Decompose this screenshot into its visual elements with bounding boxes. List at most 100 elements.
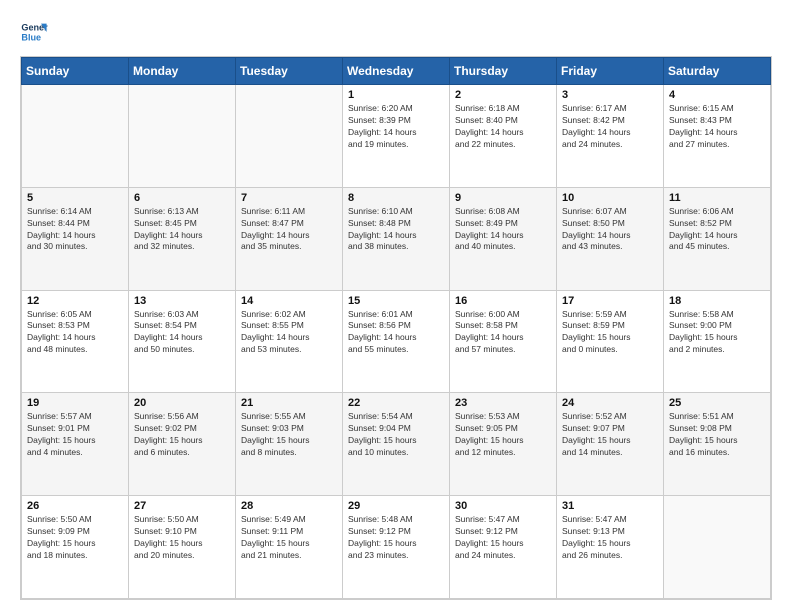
- day-number: 6: [134, 192, 230, 204]
- day-number: 12: [27, 295, 123, 307]
- day-number: 1: [348, 89, 444, 101]
- day-number: 19: [27, 397, 123, 409]
- day-number: 31: [562, 500, 658, 512]
- table-row: 24 Sunrise: 5:52 AMSunset: 9:07 PMDayligh…: [557, 393, 664, 496]
- day-info: Sunrise: 6:02 AMSunset: 8:55 PMDaylight:…: [241, 309, 337, 357]
- day-info: Sunrise: 6:05 AMSunset: 8:53 PMDaylight:…: [27, 309, 123, 357]
- table-row: 27 Sunrise: 5:50 AMSunset: 9:10 PMDayligh…: [129, 496, 236, 599]
- day-info: Sunrise: 5:47 AMSunset: 9:13 PMDaylight:…: [562, 514, 658, 562]
- day-info: Sunrise: 5:52 AMSunset: 9:07 PMDaylight:…: [562, 411, 658, 459]
- table-row: 6 Sunrise: 6:13 AMSunset: 8:45 PMDaylight…: [129, 187, 236, 290]
- table-row: 30Sunrise: 5:47 AMSunset: 9:12 PMDayligh…: [450, 496, 557, 599]
- table-row: 12 Sunrise: 6:05 AMSunset: 8:53 PMDayligh…: [22, 290, 129, 393]
- day-number: 23: [455, 397, 551, 409]
- day-number: 16: [455, 295, 551, 307]
- table-row: 5 Sunrise: 6:14 AMSunset: 8:44 PMDaylight…: [22, 187, 129, 290]
- day-info: Sunrise: 6:13 AMSunset: 8:45 PMDaylight:…: [134, 206, 230, 254]
- table-row: 29 Sunrise: 5:48 AMSunset: 9:12 PMDayligh…: [343, 496, 450, 599]
- table-row: [236, 85, 343, 188]
- table-row: [129, 85, 236, 188]
- table-row: [664, 496, 771, 599]
- day-info: Sunrise: 6:00 AMSunset: 8:58 PMDaylight:…: [455, 309, 551, 357]
- day-info: Sunrise: 5:50 AMSunset: 9:10 PMDaylight:…: [134, 514, 230, 562]
- day-info: Sunrise: 5:56 AMSunset: 9:02 PMDaylight:…: [134, 411, 230, 459]
- day-number: 10: [562, 192, 658, 204]
- table-row: 13 Sunrise: 6:03 AMSunset: 8:54 PMDayligh…: [129, 290, 236, 393]
- table-row: [22, 85, 129, 188]
- day-info: Sunrise: 6:07 AMSunset: 8:50 PMDaylight:…: [562, 206, 658, 254]
- table-row: 2 Sunrise: 6:18 AMSunset: 8:40 PMDaylight…: [450, 85, 557, 188]
- table-row: 31 Sunrise: 5:47 AMSunset: 9:13 PMDayligh…: [557, 496, 664, 599]
- weekday-header-friday: Friday: [557, 58, 664, 85]
- day-number: 5: [27, 192, 123, 204]
- day-number: 27: [134, 500, 230, 512]
- day-number: 13: [134, 295, 230, 307]
- day-number: 20: [134, 397, 230, 409]
- weekday-header-monday: Monday: [129, 58, 236, 85]
- day-number: 22: [348, 397, 444, 409]
- day-number: 29: [348, 500, 444, 512]
- table-row: 16 Sunrise: 6:00 AMSunset: 8:58 PMDayligh…: [450, 290, 557, 393]
- day-number: 4: [669, 89, 765, 101]
- day-info: Sunrise: 5:57 AMSunset: 9:01 PMDaylight:…: [27, 411, 123, 459]
- table-row: 3 Sunrise: 6:17 AMSunset: 8:42 PMDaylight…: [557, 85, 664, 188]
- table-row: 28 Sunrise: 5:49 AMSunset: 9:11 PMDayligh…: [236, 496, 343, 599]
- table-row: 7 Sunrise: 6:11 AMSunset: 8:47 PMDaylight…: [236, 187, 343, 290]
- table-row: 19 Sunrise: 5:57 AMSunset: 9:01 PMDayligh…: [22, 393, 129, 496]
- day-info: Sunrise: 5:58 AMSunset: 9:00 PMDaylight:…: [669, 309, 765, 357]
- day-info: Sunrise: 5:49 AMSunset: 9:11 PMDaylight:…: [241, 514, 337, 562]
- day-info: Sunrise: 5:51 AMSunset: 9:08 PMDaylight:…: [669, 411, 765, 459]
- day-number: 11: [669, 192, 765, 204]
- day-info: Sunrise: 5:54 AMSunset: 9:04 PMDaylight:…: [348, 411, 444, 459]
- day-info: Sunrise: 5:50 AMSunset: 9:09 PMDaylight:…: [27, 514, 123, 562]
- day-number: 17: [562, 295, 658, 307]
- day-info: Sunrise: 5:53 AMSunset: 9:05 PMDaylight:…: [455, 411, 551, 459]
- day-number: 24: [562, 397, 658, 409]
- day-info: Sunrise: 6:17 AMSunset: 8:42 PMDaylight:…: [562, 103, 658, 151]
- day-number: 15: [348, 295, 444, 307]
- table-row: 8 Sunrise: 6:10 AMSunset: 8:48 PMDaylight…: [343, 187, 450, 290]
- table-row: 26Sunrise: 5:50 AMSunset: 9:09 PMDayligh…: [22, 496, 129, 599]
- page: General Blue SundayMondayTuesdayWednesda…: [0, 0, 792, 612]
- day-info: Sunrise: 6:11 AMSunset: 8:47 PMDaylight:…: [241, 206, 337, 254]
- table-row: 1 Sunrise: 6:20 AMSunset: 8:39 PMDaylight…: [343, 85, 450, 188]
- day-number: 28: [241, 500, 337, 512]
- table-row: 14 Sunrise: 6:02 AMSunset: 8:55 PMDayligh…: [236, 290, 343, 393]
- table-row: 21 Sunrise: 5:55 AMSunset: 9:03 PMDayligh…: [236, 393, 343, 496]
- calendar: SundayMondayTuesdayWednesdayThursdayFrid…: [20, 56, 772, 600]
- table-row: 10 Sunrise: 6:07 AMSunset: 8:50 PMDayligh…: [557, 187, 664, 290]
- day-info: Sunrise: 6:03 AMSunset: 8:54 PMDaylight:…: [134, 309, 230, 357]
- weekday-header-saturday: Saturday: [664, 58, 771, 85]
- day-info: Sunrise: 5:55 AMSunset: 9:03 PMDaylight:…: [241, 411, 337, 459]
- day-info: Sunrise: 6:18 AMSunset: 8:40 PMDaylight:…: [455, 103, 551, 151]
- table-row: 23 Sunrise: 5:53 AMSunset: 9:05 PMDayligh…: [450, 393, 557, 496]
- table-row: 20 Sunrise: 5:56 AMSunset: 9:02 PMDayligh…: [129, 393, 236, 496]
- day-number: 2: [455, 89, 551, 101]
- day-info: Sunrise: 6:15 AMSunset: 8:43 PMDaylight:…: [669, 103, 765, 151]
- day-number: 9: [455, 192, 551, 204]
- day-info: Sunrise: 6:20 AMSunset: 8:39 PMDaylight:…: [348, 103, 444, 151]
- day-number: 14: [241, 295, 337, 307]
- day-info: Sunrise: 6:06 AMSunset: 8:52 PMDaylight:…: [669, 206, 765, 254]
- svg-text:Blue: Blue: [21, 32, 41, 42]
- table-row: 25 Sunrise: 5:51 AMSunset: 9:08 PMDayligh…: [664, 393, 771, 496]
- day-number: 25: [669, 397, 765, 409]
- day-number: 8: [348, 192, 444, 204]
- table-row: 17 Sunrise: 5:59 AMSunset: 8:59 PMDayligh…: [557, 290, 664, 393]
- day-number: 7: [241, 192, 337, 204]
- logo: General Blue: [20, 18, 48, 46]
- day-info: Sunrise: 6:01 AMSunset: 8:56 PMDaylight:…: [348, 309, 444, 357]
- weekday-header-thursday: Thursday: [450, 58, 557, 85]
- day-number: 18: [669, 295, 765, 307]
- day-info: Sunrise: 6:10 AMSunset: 8:48 PMDaylight:…: [348, 206, 444, 254]
- table-row: 22 Sunrise: 5:54 AMSunset: 9:04 PMDayligh…: [343, 393, 450, 496]
- day-info: Sunrise: 5:59 AMSunset: 8:59 PMDaylight:…: [562, 309, 658, 357]
- table-row: 11 Sunrise: 6:06 AMSunset: 8:52 PMDayligh…: [664, 187, 771, 290]
- day-number: 30: [455, 500, 551, 512]
- day-info: Sunrise: 6:14 AMSunset: 8:44 PMDaylight:…: [27, 206, 123, 254]
- day-number: 21: [241, 397, 337, 409]
- day-number: 3: [562, 89, 658, 101]
- table-row: 15 Sunrise: 6:01 AMSunset: 8:56 PMDayligh…: [343, 290, 450, 393]
- weekday-header-wednesday: Wednesday: [343, 58, 450, 85]
- day-info: Sunrise: 5:48 AMSunset: 9:12 PMDaylight:…: [348, 514, 444, 562]
